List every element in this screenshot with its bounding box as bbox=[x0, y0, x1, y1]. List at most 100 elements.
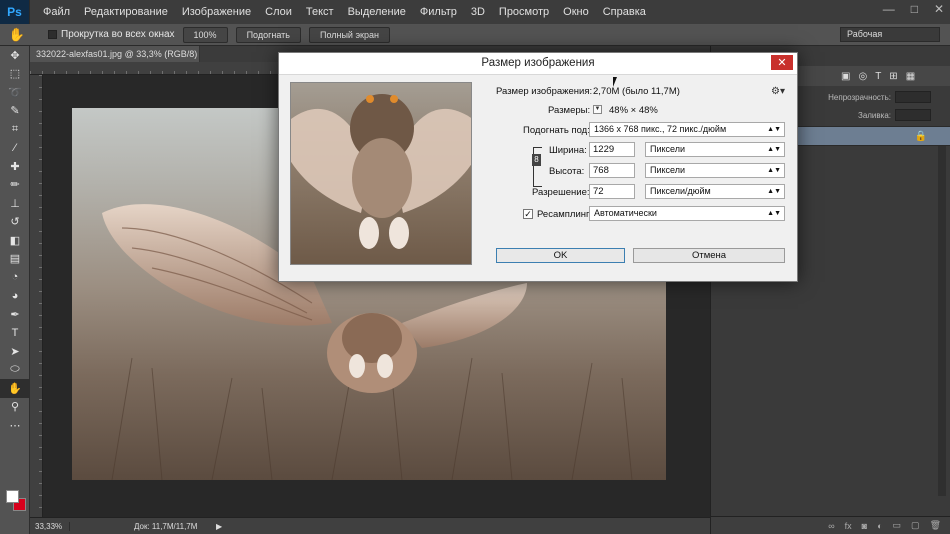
constrain-bracket bbox=[533, 147, 542, 187]
scroll-all-windows-checkbox[interactable] bbox=[48, 30, 57, 39]
type-tool-icon[interactable]: T bbox=[0, 324, 30, 343]
quick-select-tool-icon[interactable]: ✎ bbox=[0, 102, 30, 121]
color-swatches bbox=[6, 490, 28, 512]
resolution-unit-select[interactable]: Пиксели/дюйм ▲▼ bbox=[645, 184, 785, 199]
chevron-down-icon: ▲▼ bbox=[767, 167, 781, 174]
panel-icon-3[interactable]: T bbox=[875, 71, 881, 82]
ok-button[interactable]: OK bbox=[496, 248, 625, 263]
menu-file[interactable]: Файл bbox=[36, 6, 77, 18]
zoom-tool-icon[interactable]: ⚲ bbox=[0, 398, 30, 417]
dimensions-dropdown-icon[interactable]: ▼ bbox=[593, 105, 602, 114]
scroll-all-windows-label: Прокрутка во всех окнах bbox=[61, 29, 175, 40]
fill-field[interactable] bbox=[895, 109, 931, 121]
menu-layers[interactable]: Слои bbox=[258, 6, 299, 18]
width-input[interactable]: 1229 bbox=[589, 142, 635, 157]
opacity-field[interactable] bbox=[895, 91, 931, 103]
resolution-label: Разрешение: bbox=[532, 187, 590, 198]
menu-image[interactable]: Изображение bbox=[175, 6, 258, 18]
foreground-color-swatch[interactable] bbox=[6, 490, 19, 503]
width-label: Ширина: bbox=[549, 145, 587, 156]
image-size-label: Размер изображения: bbox=[496, 86, 593, 97]
resolution-unit-value: Пиксели/дюйм bbox=[650, 186, 711, 196]
document-tab[interactable]: 332022-alexfas01.jpg @ 33,3% (RGB/8) * bbox=[30, 46, 200, 75]
adjustment-layer-icon[interactable]: ◐ bbox=[877, 521, 882, 531]
menu-select[interactable]: Выделение bbox=[341, 6, 413, 18]
hand-tool-icon[interactable]: ✋ bbox=[0, 27, 34, 43]
hand-tool-icon[interactable]: ✋ bbox=[0, 379, 30, 398]
opacity-label: Непрозрачность: bbox=[828, 92, 891, 102]
shape-tool-icon[interactable]: ⬭ bbox=[0, 361, 30, 380]
menu-filter[interactable]: Фильтр bbox=[413, 6, 464, 18]
crop-tool-icon[interactable]: ⌗ bbox=[0, 120, 30, 139]
image-preview[interactable] bbox=[290, 82, 472, 265]
delete-layer-icon[interactable]: 🗑 bbox=[930, 520, 941, 531]
zoom-100-button[interactable]: 100% bbox=[182, 26, 228, 43]
close-icon[interactable]: ✕ bbox=[771, 55, 793, 70]
menu-3d[interactable]: 3D bbox=[464, 6, 492, 18]
dodge-tool-icon[interactable]: ◕ bbox=[0, 287, 30, 306]
fullscreen-button[interactable]: Полный экран bbox=[308, 26, 390, 43]
new-group-icon[interactable]: ▭ bbox=[893, 520, 902, 531]
dialog-title: Размер изображения bbox=[481, 57, 595, 69]
fit-screen-button[interactable]: Подогнать bbox=[235, 26, 301, 43]
menu-edit[interactable]: Редактирование bbox=[77, 6, 175, 18]
status-menu-icon[interactable]: ▶ bbox=[216, 522, 222, 531]
minimize-icon[interactable]: — bbox=[883, 2, 895, 16]
workspace-select[interactable]: Рабочая bbox=[840, 27, 940, 42]
panel-icon-5[interactable]: ▦ bbox=[906, 71, 915, 82]
new-layer-icon[interactable]: ▢ bbox=[911, 520, 920, 531]
blur-tool-icon[interactable]: ◔ bbox=[0, 268, 30, 287]
history-brush-tool-icon[interactable]: ↺ bbox=[0, 213, 30, 232]
panel-icon-2[interactable]: ◎ bbox=[858, 71, 867, 82]
width-unit-select[interactable]: Пиксели ▲▼ bbox=[645, 142, 785, 157]
gradient-tool-icon[interactable]: ▤ bbox=[0, 250, 30, 269]
image-size-dialog: Размер изображения ✕ Размер изображения:… bbox=[278, 52, 798, 282]
extra-tools-icon[interactable]: ⋯ bbox=[0, 416, 30, 435]
menu-text[interactable]: Текст bbox=[299, 6, 341, 18]
panel-icon-4[interactable]: ⊞ bbox=[889, 71, 897, 82]
pen-tool-icon[interactable]: ✒ bbox=[0, 305, 30, 324]
cancel-button[interactable]: Отмена bbox=[633, 248, 785, 263]
stamp-tool-icon[interactable]: ⊥ bbox=[0, 194, 30, 213]
menu-help[interactable]: Справка bbox=[596, 6, 653, 18]
menu-bar: Ps Файл Редактирование Изображение Слои … bbox=[0, 0, 950, 24]
healing-brush-tool-icon[interactable]: ✚ bbox=[0, 157, 30, 176]
tools-panel: ✥ ⬚ ➰ ✎ ⌗ ⁄ ✚ ✏ ⊥ ↺ ◧ ▤ ◔ ◕ ✒ T ➤ ⬭ ✋ ⚲ … bbox=[0, 46, 30, 534]
brush-tool-icon[interactable]: ✏ bbox=[0, 176, 30, 195]
status-bar: 33,33% Док: 11,7M/11,7M ▶ bbox=[30, 517, 710, 534]
link-icon[interactable]: 8 bbox=[532, 154, 541, 166]
add-mask-icon[interactable]: ◙ bbox=[862, 521, 867, 531]
path-select-tool-icon[interactable]: ➤ bbox=[0, 342, 30, 361]
link-layers-icon[interactable]: ∞ bbox=[828, 521, 834, 531]
lasso-tool-icon[interactable]: ➰ bbox=[0, 83, 30, 102]
menu-window[interactable]: Окно bbox=[556, 6, 596, 18]
resample-checkbox[interactable]: ✓ bbox=[523, 209, 533, 219]
lock-icon: 🔒 bbox=[914, 131, 927, 142]
menu-items: Файл Редактирование Изображение Слои Тек… bbox=[36, 6, 653, 18]
gear-icon[interactable]: ⚙▾ bbox=[771, 86, 785, 97]
move-tool-icon[interactable]: ✥ bbox=[0, 46, 30, 65]
resample-select[interactable]: Автоматически ▲▼ bbox=[589, 206, 785, 221]
photoshop-logo: Ps bbox=[0, 0, 30, 24]
height-unit-select[interactable]: Пиксели ▲▼ bbox=[645, 163, 785, 178]
fill-label: Заливка: bbox=[857, 110, 891, 120]
fit-to-select[interactable]: 1366 x 768 пикс., 72 пикс./дюйм ▲▼ bbox=[589, 122, 785, 137]
layer-style-icon[interactable]: fx bbox=[845, 521, 852, 531]
fit-to-value: 1366 x 768 пикс., 72 пикс./дюйм bbox=[594, 124, 727, 134]
chevron-down-icon: ▲▼ bbox=[767, 146, 781, 153]
panel-scrollbar[interactable] bbox=[938, 146, 946, 496]
document-info: Док: 11,7M/11,7M bbox=[134, 521, 198, 531]
scroll-all-windows-option[interactable]: Прокрутка во всех окнах bbox=[48, 29, 175, 40]
resolution-input[interactable]: 72 bbox=[589, 184, 635, 199]
menu-view[interactable]: Просмотр bbox=[492, 6, 556, 18]
height-input[interactable]: 768 bbox=[589, 163, 635, 178]
eraser-tool-icon[interactable]: ◧ bbox=[0, 231, 30, 250]
height-label: Высота: bbox=[549, 166, 585, 177]
close-icon[interactable]: ✕ bbox=[934, 2, 944, 16]
zoom-level[interactable]: 33,33% bbox=[30, 521, 70, 531]
maximize-icon[interactable]: □ bbox=[911, 2, 918, 16]
marquee-tool-icon[interactable]: ⬚ bbox=[0, 65, 30, 84]
panel-icon-1[interactable]: ▣ bbox=[841, 71, 850, 82]
eyedropper-tool-icon[interactable]: ⁄ bbox=[0, 139, 30, 158]
dialog-titlebar[interactable]: Размер изображения ✕ bbox=[279, 53, 797, 75]
